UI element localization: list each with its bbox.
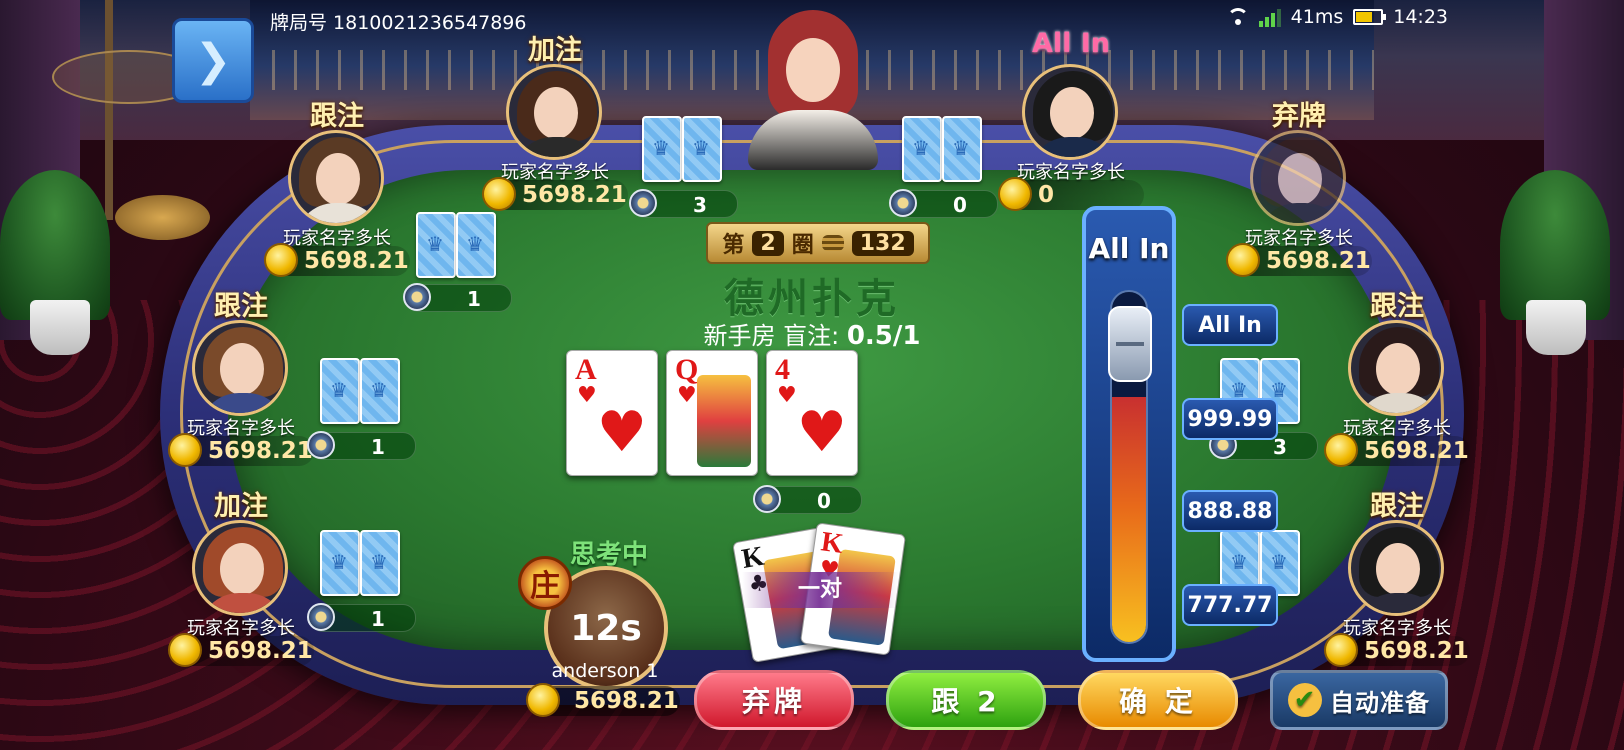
coin-icon bbox=[168, 433, 202, 467]
battery-icon bbox=[1353, 9, 1387, 25]
self-money: 5698.21 bbox=[526, 683, 680, 717]
preset-all-in[interactable]: All In bbox=[1182, 304, 1278, 346]
round-label: 第 bbox=[722, 233, 745, 258]
dealer bbox=[748, 10, 878, 170]
community-card: 4 ♥ ♥ bbox=[766, 350, 858, 476]
round-label: 圈 bbox=[791, 233, 814, 258]
signal-icon bbox=[1258, 7, 1281, 27]
call-button[interactable]: 跟 2 bbox=[886, 670, 1046, 730]
card-back bbox=[682, 116, 722, 182]
avatar bbox=[1250, 130, 1346, 226]
lamp-stand bbox=[105, 0, 113, 220]
bet-left-mid: 1 bbox=[307, 431, 416, 460]
bet-top-left: 3 bbox=[629, 189, 738, 218]
chip-icon bbox=[753, 485, 781, 513]
confirm-button[interactable]: 确 定 bbox=[1078, 670, 1238, 730]
card-back bbox=[642, 116, 682, 182]
coin-icon bbox=[526, 683, 560, 717]
auto-ready-button[interactable]: ✔ 自动准备 bbox=[1270, 670, 1448, 730]
auto-ready-label: 自动准备 bbox=[1330, 688, 1430, 717]
card-back bbox=[942, 116, 982, 182]
player-left-top[interactable]: 跟注 玩家名字多长 5698.21 bbox=[262, 100, 412, 277]
chip-stack-icon bbox=[821, 235, 844, 251]
checkmark-icon: ✔ bbox=[1288, 683, 1322, 717]
community-card: A ♥ ♥ bbox=[566, 350, 658, 476]
clock: 14:23 bbox=[1393, 6, 1448, 28]
coin-icon bbox=[1324, 633, 1358, 667]
player-action: 跟注 bbox=[1370, 491, 1424, 522]
card-back bbox=[360, 530, 400, 596]
preset-777[interactable]: 777.77 bbox=[1182, 584, 1278, 626]
avatar bbox=[192, 520, 288, 616]
round-info: 第 2 圈 132 bbox=[706, 222, 930, 264]
slider-title: All In bbox=[1088, 232, 1170, 265]
card-back bbox=[902, 116, 942, 182]
player-right-top[interactable]: 弃牌 玩家名字多长 5698.21 bbox=[1224, 100, 1374, 277]
chip-icon bbox=[889, 189, 917, 217]
status-bar: 41ms 14:23 bbox=[1226, 6, 1448, 28]
player-action: 加注 bbox=[528, 35, 582, 66]
player-action: 弃牌 bbox=[1272, 101, 1326, 132]
blind-label: 新手房 盲注: bbox=[703, 322, 840, 350]
preset-999[interactable]: 999.99 bbox=[1182, 398, 1278, 440]
latency: 41ms bbox=[1290, 6, 1344, 28]
player-action: 跟注 bbox=[310, 101, 364, 132]
player-money: 5698.21 bbox=[1324, 633, 1470, 667]
chip-icon bbox=[629, 189, 657, 217]
coin-icon bbox=[1324, 433, 1358, 467]
chip-icon bbox=[307, 603, 335, 631]
pot-amount: 132 bbox=[851, 230, 914, 256]
player-money: 5698.21 bbox=[482, 177, 628, 211]
community-card: Q ♥ bbox=[666, 350, 758, 476]
card-back bbox=[320, 358, 360, 424]
card-back bbox=[320, 530, 360, 596]
player-top-left[interactable]: 加注 玩家名字多长 5698.21 bbox=[480, 34, 630, 211]
blind-value: 0.5/1 bbox=[846, 321, 921, 351]
coin-icon bbox=[168, 633, 202, 667]
avatar bbox=[1348, 520, 1444, 616]
pot-bet: 0 bbox=[753, 485, 862, 514]
lamp-base bbox=[115, 195, 210, 240]
raise-slider-panel[interactable]: All In bbox=[1082, 206, 1176, 662]
avatar bbox=[1022, 64, 1118, 160]
chip-icon bbox=[307, 431, 335, 459]
chevron-right-icon: ❯ bbox=[194, 35, 232, 86]
wifi-icon bbox=[1226, 8, 1249, 26]
coin-icon bbox=[482, 177, 516, 211]
player-money: 5698.21 bbox=[168, 433, 314, 467]
player-money: 5698.21 bbox=[168, 633, 314, 667]
menu-button[interactable]: ❯ bbox=[172, 18, 254, 103]
player-right-bottom[interactable]: 跟注 玩家名字多长 5698.21 bbox=[1322, 490, 1472, 667]
hand-rank-label: 一对 bbox=[742, 572, 898, 608]
bet-top-right: 0 bbox=[889, 189, 998, 218]
player-action: All In bbox=[1031, 28, 1111, 59]
player-left-bottom[interactable]: 加注 玩家名字多长 5698.21 bbox=[166, 490, 316, 667]
bet-left-bottom: 1 bbox=[307, 603, 416, 632]
preset-888[interactable]: 888.88 bbox=[1182, 490, 1278, 532]
avatar bbox=[288, 130, 384, 226]
card-back bbox=[360, 358, 400, 424]
coin-icon bbox=[998, 177, 1032, 211]
avatar bbox=[506, 64, 602, 160]
player-money: 5698.21 bbox=[1324, 433, 1470, 467]
round-number: 2 bbox=[752, 230, 784, 256]
self-name: anderson 1 bbox=[551, 660, 659, 682]
banker-badge: 庄 bbox=[518, 556, 572, 610]
slider-fill bbox=[1112, 397, 1146, 642]
fold-button[interactable]: 弃牌 bbox=[694, 670, 854, 730]
slider-handle[interactable] bbox=[1108, 306, 1152, 382]
player-action: 加注 bbox=[214, 491, 268, 522]
blind-info: 新手房 盲注: 0.5/1 bbox=[0, 316, 1624, 351]
player-top-right[interactable]: All In 玩家名字多长 0 bbox=[996, 28, 1146, 211]
